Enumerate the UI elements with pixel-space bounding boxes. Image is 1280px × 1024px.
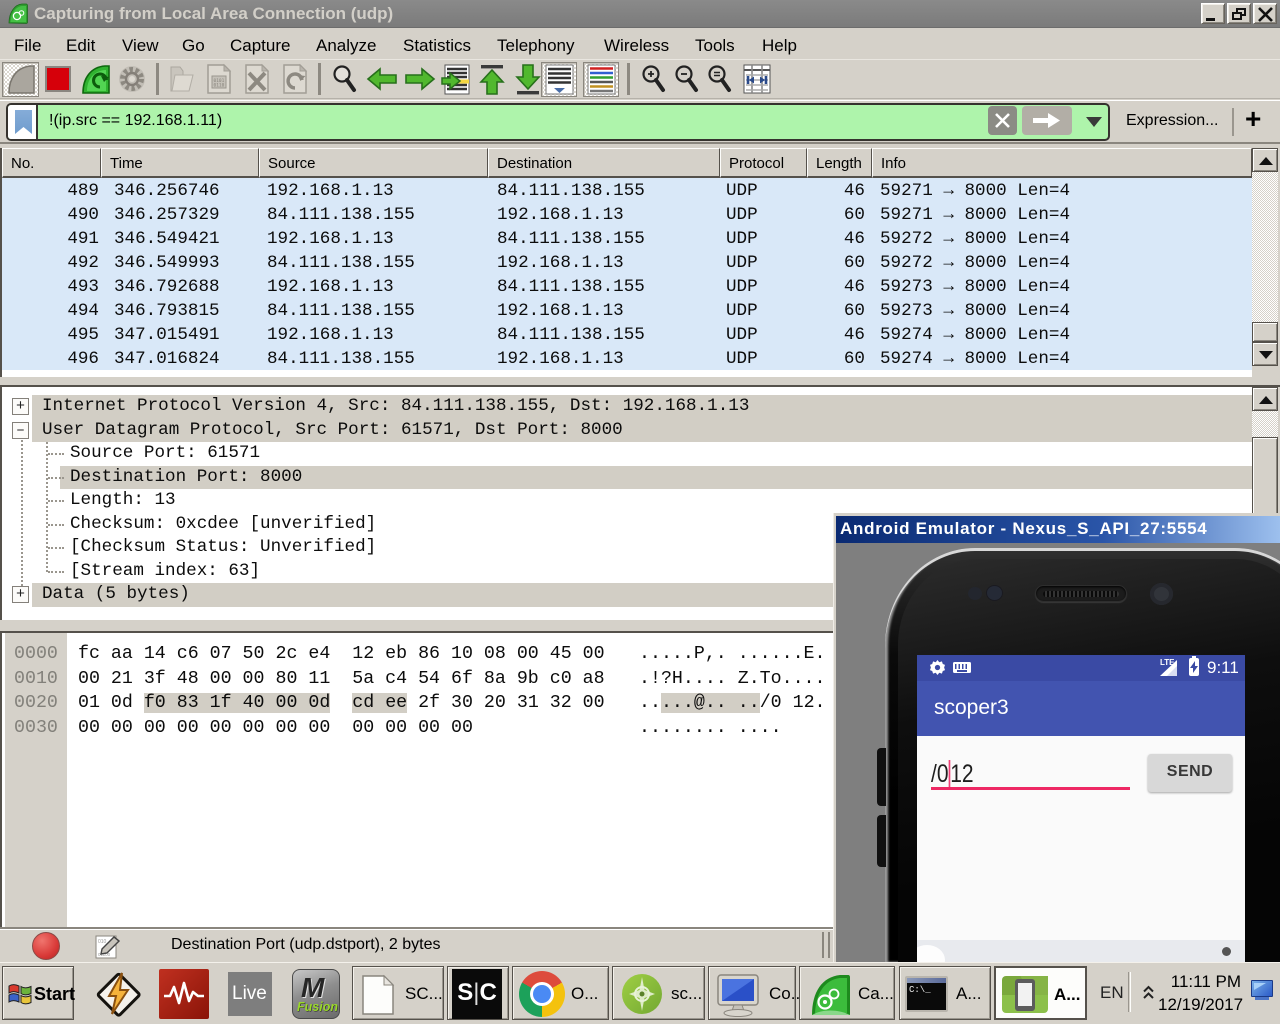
svg-text:010: 010 <box>98 939 107 945</box>
svg-text:0110: 0110 <box>214 83 225 89</box>
